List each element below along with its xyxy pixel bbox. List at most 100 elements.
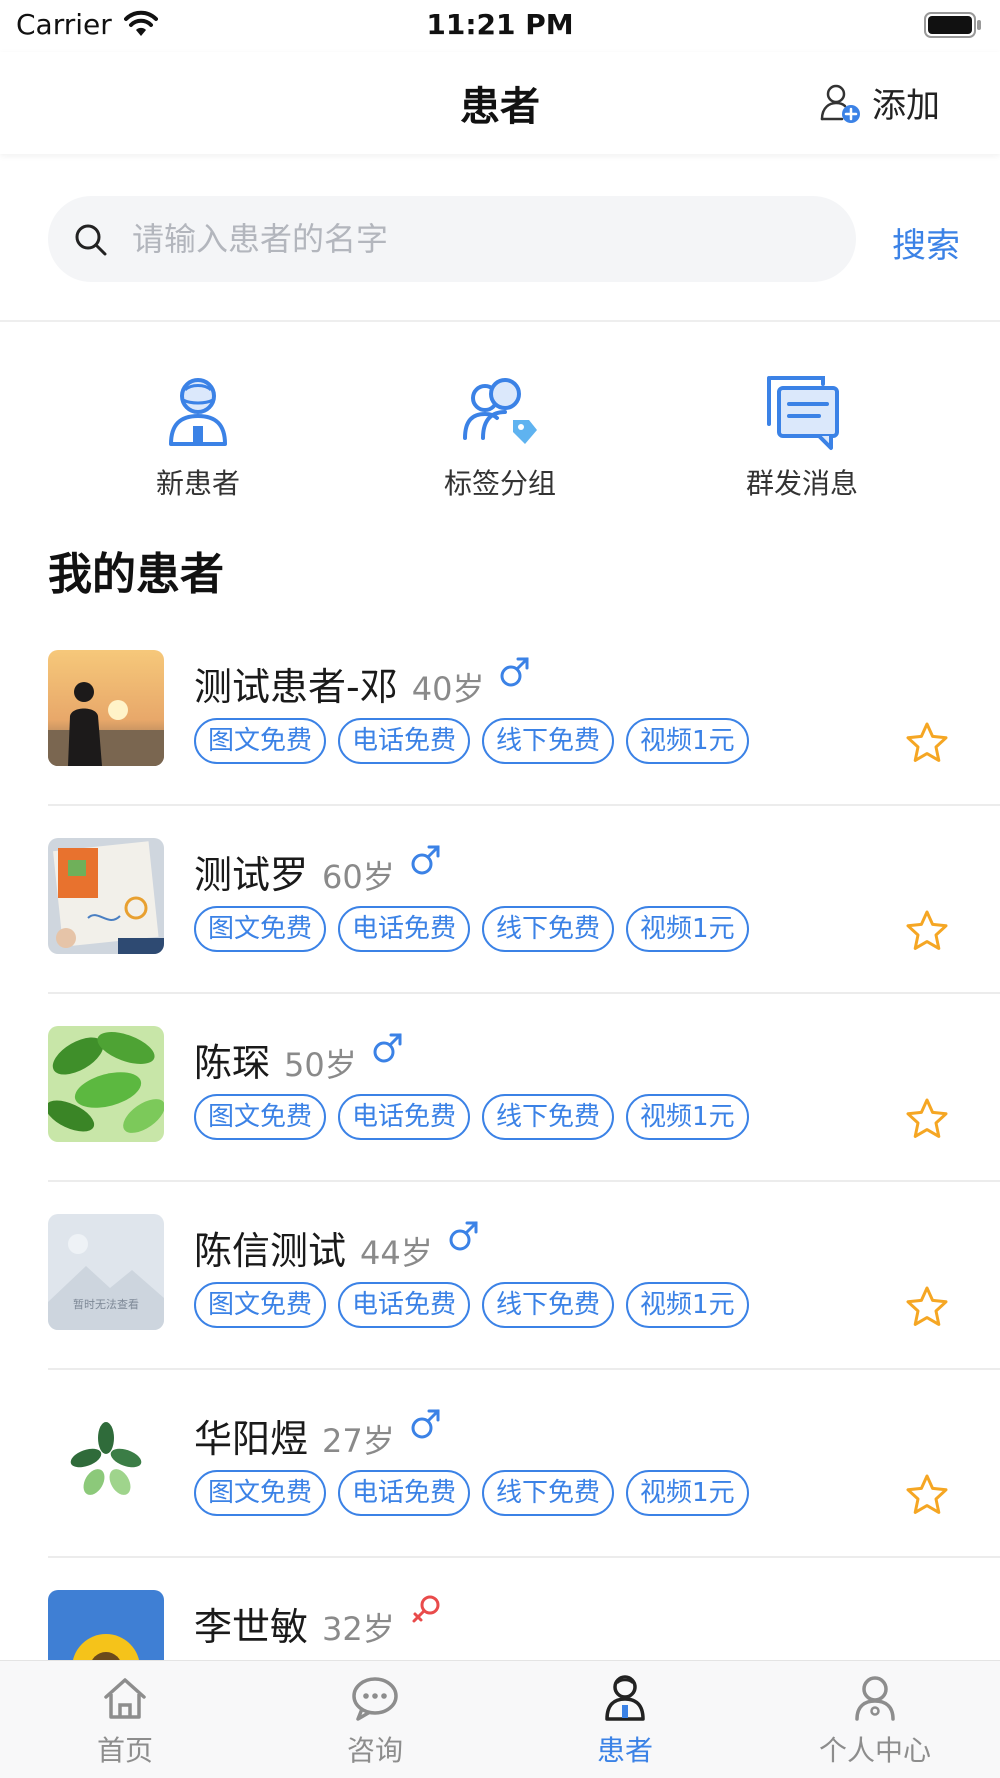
tag-group-button[interactable]: 标签分组 xyxy=(410,370,590,502)
patient-avatar xyxy=(48,1026,164,1142)
add-user-icon xyxy=(820,84,860,123)
service-tag: 视频1元 xyxy=(626,1094,749,1140)
service-tag: 视频1元 xyxy=(626,718,749,764)
clock: 11:21 PM xyxy=(426,8,574,41)
patient-name: 陈琛 xyxy=(194,1041,271,1085)
service-tag: 视频1元 xyxy=(626,1470,749,1516)
tab-profile[interactable]: 个人中心 xyxy=(800,1671,950,1769)
tab-home[interactable]: 首页 xyxy=(50,1671,200,1769)
service-tag: 图文免费 xyxy=(194,906,327,952)
child-drawing-photo xyxy=(48,838,164,954)
patient-icon xyxy=(605,1675,645,1721)
sunset-silhouette-photo xyxy=(48,650,164,766)
tab-consult[interactable]: 咨询 xyxy=(300,1671,450,1769)
quick-actions: 新患者 标签分组 群发消息 xyxy=(0,370,1000,510)
patient-age: 40岁 xyxy=(411,670,485,708)
patient-age: 50岁 xyxy=(284,1046,357,1084)
patient-name-line: 陈信测试 44岁 xyxy=(194,1220,481,1275)
new-patient-label: 新患者 xyxy=(155,467,240,500)
tab-patients[interactable]: 患者 xyxy=(550,1671,700,1769)
image-unavailable-placeholder: 暂时无法查看 xyxy=(48,1214,164,1330)
new-patient-button[interactable]: 新患者 xyxy=(108,370,288,502)
male-icon xyxy=(411,1409,440,1439)
service-tags: 图文免费 电话免费 线下免费 视频1元 xyxy=(194,1470,749,1516)
patient-name: 华阳煜 xyxy=(194,1417,309,1461)
patient-name: 测试患者-邓 xyxy=(194,665,398,709)
star-icon[interactable] xyxy=(904,1472,950,1518)
service-tags: 图文免费 电话免费 线下免费 视频1元 xyxy=(194,906,749,952)
patient-name: 测试罗 xyxy=(194,853,309,897)
patient-row[interactable]: 华阳煜 27岁 图文免费 电话免费 线下免费 视频1元 xyxy=(48,1370,1000,1558)
search-button[interactable]: 搜索 xyxy=(892,218,960,267)
tag-group-icon xyxy=(463,378,537,444)
patient-avatar: 暂时无法查看 xyxy=(48,1214,164,1330)
tab-label: 首页 xyxy=(96,1734,153,1767)
add-button-label: 添加 xyxy=(872,86,940,126)
service-tags: 图文免费 电话免费 线下免费 视频1元 xyxy=(194,1094,749,1140)
patient-name: 陈信测试 xyxy=(194,1229,347,1273)
star-icon[interactable] xyxy=(904,720,950,766)
star-icon[interactable] xyxy=(904,908,950,954)
patient-name: 李世敏 xyxy=(194,1605,309,1649)
service-tag: 线下免费 xyxy=(482,718,615,764)
section-title: 我的患者 xyxy=(48,549,224,600)
patient-row[interactable]: 陈琛 50岁 图文免费 电话免费 线下免费 视频1元 xyxy=(48,994,1000,1182)
patient-age: 32岁 xyxy=(322,1610,395,1648)
search-section: 搜索 xyxy=(0,154,1000,322)
home-icon xyxy=(104,1678,146,1719)
male-icon xyxy=(449,1221,478,1251)
patient-row[interactable]: 暂时无法查看 陈信测试 44岁 图文免费 电话免费 线下免费 视频1元 xyxy=(48,1182,1000,1370)
chat-icon xyxy=(352,1677,398,1721)
service-tag: 图文免费 xyxy=(194,718,327,764)
patients-screen: Carrier 11:21 PM 患者 添加 请输入患者的名字 搜索 新患者 标… xyxy=(0,0,1000,1778)
broadcast-message-label: 群发消息 xyxy=(745,467,858,500)
status-bar: Carrier 11:21 PM xyxy=(0,0,1000,52)
patient-avatar xyxy=(48,1402,164,1518)
female-icon xyxy=(412,1595,440,1623)
patient-avatar xyxy=(48,838,164,954)
green-leaves-photo xyxy=(48,1026,164,1142)
tab-bar: 首页 咨询 患者 个人中心 xyxy=(0,1660,1000,1778)
service-tag: 视频1元 xyxy=(626,906,749,952)
star-icon[interactable] xyxy=(904,1096,950,1142)
service-tag: 电话免费 xyxy=(338,1094,471,1140)
patient-row[interactable]: 测试罗 60岁 图文免费 电话免费 线下免费 视频1元 xyxy=(48,806,1000,994)
service-tag: 视频1元 xyxy=(626,1282,749,1328)
patient-name-line: 测试罗 60岁 xyxy=(194,844,443,899)
patient-list: 测试患者-邓 40岁 图文免费 电话免费 线下免费 视频1元 测试罗 60岁 图… xyxy=(0,618,1000,1746)
tab-label: 患者 xyxy=(596,1734,653,1767)
patient-row[interactable]: 测试患者-邓 40岁 图文免费 电话免费 线下免费 视频1元 xyxy=(48,618,1000,806)
placeholder-caption: 暂时无法查看 xyxy=(73,1297,139,1311)
service-tag: 线下免费 xyxy=(482,906,615,952)
service-tag: 线下免费 xyxy=(482,1094,615,1140)
service-tag: 线下免费 xyxy=(482,1282,615,1328)
tag-group-label: 标签分组 xyxy=(443,467,556,500)
battery-icon xyxy=(924,12,981,38)
profile-icon xyxy=(855,1676,895,1721)
service-tag: 图文免费 xyxy=(194,1094,327,1140)
male-icon xyxy=(411,845,440,875)
star-icon[interactable] xyxy=(904,1284,950,1330)
male-icon xyxy=(500,657,529,687)
tab-label: 咨询 xyxy=(346,1734,403,1767)
male-icon xyxy=(373,1033,402,1063)
patient-name-line: 测试患者-邓 40岁 xyxy=(194,656,532,711)
patient-name-line: 陈琛 50岁 xyxy=(194,1032,405,1087)
service-tag: 电话免费 xyxy=(338,718,471,764)
navigation-bar: 患者 添加 xyxy=(0,52,1000,154)
service-tag: 图文免费 xyxy=(194,1282,327,1328)
broadcast-message-icon xyxy=(767,376,839,450)
broadcast-message-button[interactable]: 群发消息 xyxy=(712,370,892,502)
search-box[interactable] xyxy=(48,196,856,282)
service-tags: 图文免费 电话免费 线下免费 视频1元 xyxy=(194,718,749,764)
add-patient-button[interactable]: 添加 xyxy=(818,78,940,127)
patient-age: 60岁 xyxy=(322,858,395,896)
service-tags: 图文免费 电话免费 线下免费 视频1元 xyxy=(194,1282,749,1328)
search-icon xyxy=(75,224,107,256)
patient-age: 27岁 xyxy=(322,1422,395,1460)
leaf-logo xyxy=(48,1402,164,1518)
search-input[interactable] xyxy=(132,214,832,264)
patient-name-line: 华阳煜 27岁 xyxy=(194,1408,443,1463)
service-tag: 图文免费 xyxy=(194,1470,327,1516)
new-patient-icon xyxy=(169,378,227,446)
